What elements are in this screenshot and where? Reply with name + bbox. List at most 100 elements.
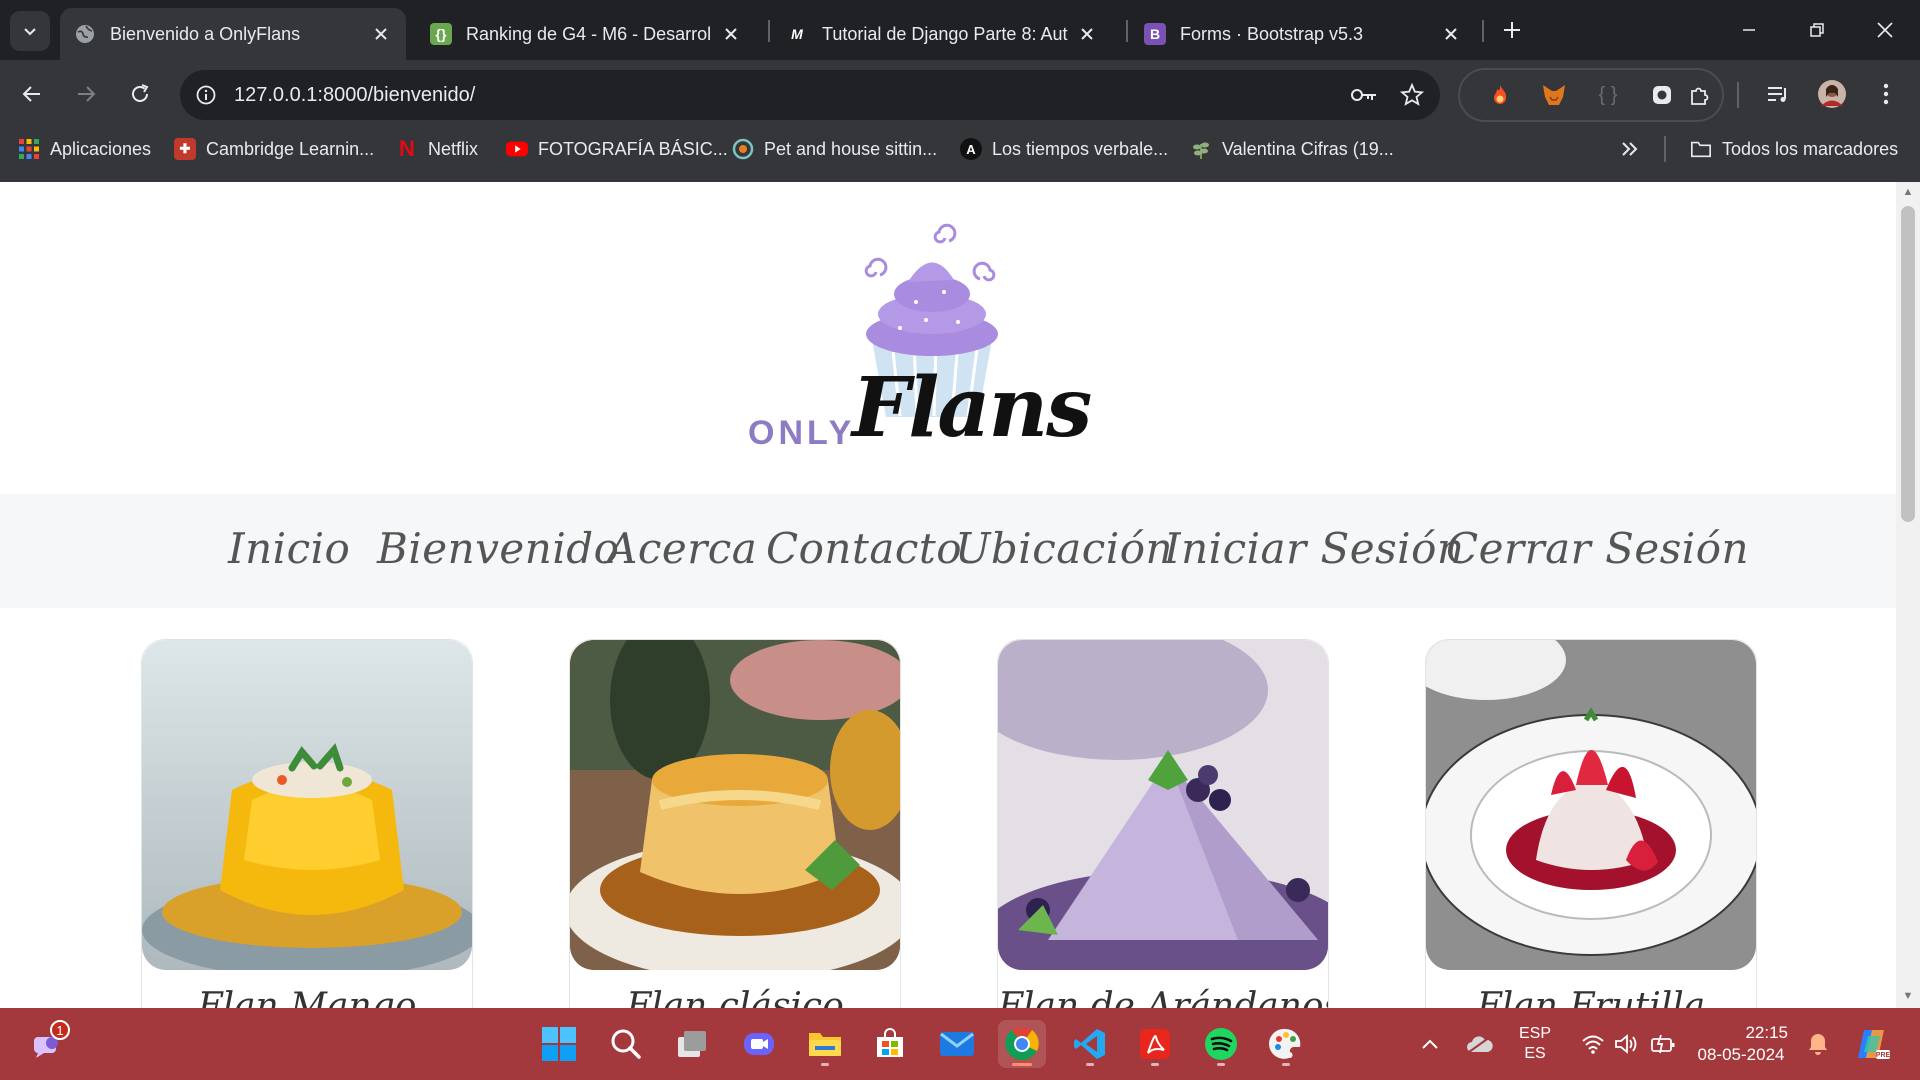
copilot-icon[interactable]: PRE: [1850, 1008, 1894, 1080]
nav-contacto[interactable]: Contacto: [766, 524, 962, 573]
paint-app[interactable]: [1262, 1020, 1310, 1068]
bookmark-netflix[interactable]: N Netflix: [396, 133, 478, 165]
close-tab-icon[interactable]: [1440, 23, 1462, 45]
extensions-group: { }: [1458, 68, 1724, 122]
tab-ranking[interactable]: {} Ranking de G4 - M6 - Desarrollo: [416, 8, 756, 60]
caramel-flan-photo: [570, 640, 900, 970]
reload-button[interactable]: [120, 74, 160, 114]
json-braces-icon[interactable]: { }: [1590, 77, 1626, 113]
tab-onlyflans[interactable]: Bienvenido a OnlyFlans: [60, 8, 406, 60]
restore-button[interactable]: [1792, 8, 1842, 52]
back-button[interactable]: [12, 74, 52, 114]
product-card-frutilla[interactable]: Flan Frutilla: [1425, 639, 1757, 1008]
metamask-fox-icon[interactable]: [1536, 77, 1572, 113]
chrome-icon: [1005, 1027, 1039, 1061]
tab-title: Ranking de G4 - M6 - Desarrollo: [466, 23, 712, 44]
bookmarks-separator: [1664, 136, 1666, 162]
tab-title: Forms · Bootstrap v5.3: [1180, 23, 1364, 44]
nav-acerca[interactable]: Acerca: [607, 524, 757, 573]
running-indicator: [821, 1063, 829, 1066]
card-title: Flan Frutilla: [1476, 986, 1706, 1008]
bookmark-cambridge[interactable]: ✚ Cambridge Learnin...: [174, 133, 374, 165]
scroll-up-icon[interactable]: ▲: [1902, 186, 1914, 198]
url-text[interactable]: 127.0.0.1:8000/bienvenido/: [234, 84, 1344, 107]
media-controls-button[interactable]: [1758, 74, 1798, 114]
more-bookmarks-button[interactable]: [1610, 129, 1650, 169]
scroll-down-icon[interactable]: ▼: [1902, 990, 1914, 1002]
nav-inicio[interactable]: Inicio: [228, 524, 350, 573]
tab-separator: [1126, 20, 1128, 42]
screenshot-extension-icon[interactable]: [1644, 77, 1680, 113]
input-language[interactable]: ESP ES: [1510, 1008, 1560, 1080]
bookmark-tiempos-verbales[interactable]: A Los tiempos verbale...: [960, 133, 1168, 165]
microsoft-store-app[interactable]: [866, 1020, 914, 1068]
onedrive-icon[interactable]: [1462, 1008, 1498, 1080]
vscode-app[interactable]: [1066, 1020, 1114, 1068]
clock-date: 08-05-2024: [1697, 1045, 1785, 1064]
bookmark-label: Los tiempos verbale...: [992, 138, 1169, 159]
chrome-menu-button[interactable]: [1866, 74, 1906, 114]
bookmark-star-icon[interactable]: [1392, 75, 1432, 115]
close-tab-icon[interactable]: [1076, 23, 1098, 45]
start-button[interactable]: [535, 1020, 583, 1068]
notifications-bell-icon[interactable]: [1802, 1008, 1834, 1080]
address-bar[interactable]: 127.0.0.1:8000/bienvenido/: [180, 70, 1440, 120]
windows-logo-icon: [542, 1027, 576, 1061]
tab-search-button[interactable]: [10, 11, 50, 51]
windows-taskbar: 1 ESP ES 22:15 08-05-2024 PRE: [0, 1008, 1920, 1080]
nav-ubicacion[interactable]: Ubicación: [955, 524, 1173, 573]
nav-bienvenido[interactable]: Bienvenido: [377, 524, 619, 573]
password-key-icon[interactable]: [1344, 75, 1384, 115]
profile-avatar[interactable]: [1812, 74, 1852, 114]
bookmark-fotografia[interactable]: FOTOGRAFÍA BÁSIC...: [506, 133, 728, 165]
folder-icon: [1690, 138, 1712, 160]
minimize-icon: [1743, 29, 1755, 31]
close-window-button[interactable]: [1860, 8, 1910, 52]
extensions-puzzle-icon[interactable]: [1682, 77, 1718, 113]
bookmark-valentina-cifras[interactable]: Valentina Cifras (19...: [1190, 133, 1394, 165]
fire-extension-icon[interactable]: [1482, 77, 1518, 113]
double-chevron-right-icon: [1622, 142, 1638, 156]
close-tab-icon[interactable]: [720, 23, 742, 45]
meet-app[interactable]: [735, 1020, 783, 1068]
product-card-mango[interactable]: Flan Mango: [141, 639, 473, 1008]
keyboard-layout: ES: [1524, 1045, 1546, 1062]
mail-app[interactable]: [933, 1020, 981, 1068]
battery-icon[interactable]: [1648, 1008, 1678, 1080]
forward-button[interactable]: [66, 74, 106, 114]
task-view-button[interactable]: [668, 1020, 716, 1068]
product-card-clasico[interactable]: Flan clásico: [569, 639, 901, 1008]
tab-django[interactable]: M Tutorial de Django Parte 8: Autenticac…: [772, 8, 1112, 60]
product-card-arandanos[interactable]: Flan de Arándanos: [997, 639, 1329, 1008]
file-explorer-app[interactable]: [801, 1020, 849, 1068]
show-hidden-icons-button[interactable]: [1412, 1008, 1448, 1080]
minimize-button[interactable]: [1724, 8, 1774, 52]
notification-badge: 1: [50, 1020, 70, 1040]
onlyflans-logo[interactable]: ONLY Flans: [740, 222, 1120, 462]
volume-icon[interactable]: [1612, 1008, 1642, 1080]
tab-bootstrap[interactable]: B Forms · Bootstrap v5.3: [1130, 8, 1476, 60]
page-scrollbar[interactable]: ▲ ▼: [1896, 182, 1920, 1008]
netflix-icon: N: [399, 136, 415, 161]
bookmark-pet-sitting[interactable]: Pet and house sittin...: [732, 133, 937, 165]
teams-chat-app[interactable]: 1: [24, 1020, 72, 1068]
scroll-thumb[interactable]: [1901, 206, 1915, 522]
bookmark-aplicaciones[interactable]: Aplicaciones: [18, 133, 151, 165]
spotify-app[interactable]: [1197, 1020, 1245, 1068]
chrome-app[interactable]: [998, 1020, 1046, 1068]
site-info-icon[interactable]: [186, 75, 226, 115]
close-icon: [1877, 22, 1893, 38]
clock[interactable]: 22:15 08-05-2024: [1694, 1008, 1788, 1080]
nav-cerrar-sesion[interactable]: Cerrar Sesión: [1446, 524, 1749, 573]
nav-iniciar-sesion[interactable]: Iniciar Sesión: [1164, 524, 1464, 573]
all-bookmarks-button[interactable]: Todos los marcadores: [1690, 133, 1898, 165]
acrobat-app[interactable]: [1131, 1020, 1179, 1068]
globe-icon: [74, 23, 96, 45]
close-tab-icon[interactable]: [370, 23, 392, 45]
wifi-icon[interactable]: [1578, 1008, 1608, 1080]
search-button[interactable]: [602, 1020, 650, 1068]
bookmark-label: Pet and house sittin...: [764, 138, 938, 159]
cambridge-icon: ✚: [174, 138, 196, 160]
new-tab-button[interactable]: [1494, 12, 1530, 48]
bookmark-label: Aplicaciones: [50, 138, 152, 159]
